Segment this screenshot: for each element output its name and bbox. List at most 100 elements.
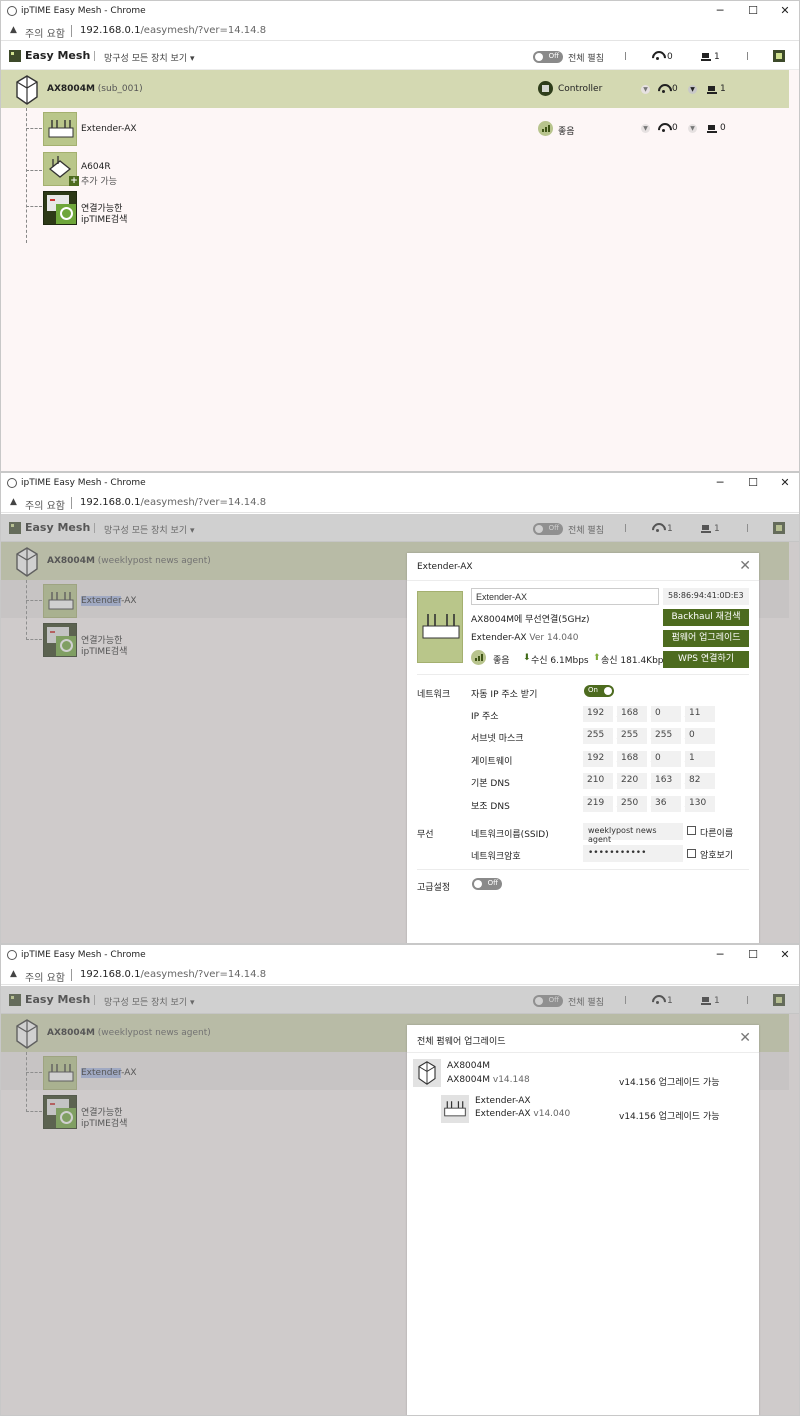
ip-octet[interactable]: 219 bbox=[583, 796, 613, 812]
ip-octet[interactable]: 250 bbox=[617, 796, 647, 812]
address-bar[interactable]: ▲ 주의 요함 192.168.0.1/easymesh/?ver=14.14.… bbox=[1, 966, 799, 985]
show-all-devices-dropdown[interactable]: 망구성 모든 장치 보기 ▾ bbox=[104, 523, 194, 536]
maximize-button[interactable]: ☐ bbox=[746, 4, 760, 18]
ip-octet[interactable]: 82 bbox=[685, 773, 715, 789]
close-icon[interactable]: ✕ bbox=[739, 558, 751, 574]
fw-item-status[interactable]: v14.156 업그레이드 가능 bbox=[619, 1075, 720, 1088]
ip-octet[interactable]: 0 bbox=[685, 728, 715, 744]
ip-octet[interactable]: 255 bbox=[651, 728, 681, 744]
ip-octet[interactable]: 0 bbox=[651, 706, 681, 722]
search-line2[interactable]: ipTIME검색 bbox=[81, 212, 127, 225]
close-window-button[interactable]: ✕ bbox=[778, 948, 792, 962]
close-window-button[interactable]: ✕ bbox=[778, 476, 792, 490]
ip-octet[interactable]: 163 bbox=[651, 773, 681, 789]
maximize-button[interactable]: ☐ bbox=[746, 476, 760, 490]
minimize-button[interactable]: ─ bbox=[713, 476, 727, 490]
minimize-button[interactable]: ─ bbox=[713, 4, 727, 18]
expand-all-toggle[interactable]: Off bbox=[533, 51, 563, 63]
fw-item-status[interactable]: v14.156 업그레이드 가능 bbox=[619, 1109, 720, 1122]
tx-rate: 송신 181.4Kbps bbox=[601, 656, 669, 666]
device-name-input[interactable] bbox=[471, 588, 659, 605]
ip-octet[interactable]: 168 bbox=[617, 706, 647, 722]
fw-item-version: Extender-AX v14.040 bbox=[475, 1109, 571, 1119]
extender-name[interactable]: Extender-AX bbox=[81, 596, 137, 606]
ip-octet[interactable]: 0 bbox=[651, 751, 681, 767]
url-text[interactable]: 192.168.0.1/easymesh/?ver=14.14.8 bbox=[80, 25, 266, 36]
close-window-button[interactable]: ✕ bbox=[778, 4, 792, 18]
ip-octet[interactable]: 255 bbox=[617, 728, 647, 744]
ip-octet[interactable]: 1 bbox=[685, 751, 715, 767]
expand-all-toggle[interactable]: Off bbox=[533, 995, 563, 1007]
warning-icon[interactable]: ▲ bbox=[10, 497, 17, 507]
search-line2[interactable]: ipTIME검색 bbox=[81, 1116, 127, 1129]
router-icon bbox=[413, 1059, 441, 1087]
ip-octet[interactable]: 11 bbox=[685, 706, 715, 722]
extender-tile[interactable] bbox=[43, 1056, 77, 1090]
ip-octet[interactable]: 192 bbox=[583, 706, 613, 722]
root-device-row[interactable]: AX8004M (sub_001) Controller ▼ 0 ▼ 1 bbox=[1, 70, 789, 108]
show-all-devices-dropdown[interactable]: 망구성 모든 장치 보기 ▾ bbox=[104, 51, 194, 64]
close-icon[interactable]: ✕ bbox=[739, 1030, 751, 1046]
warning-icon[interactable]: ▲ bbox=[10, 25, 17, 35]
ip-octet[interactable]: 36 bbox=[651, 796, 681, 812]
ip-octet[interactable]: 210 bbox=[583, 773, 613, 789]
chart-icon[interactable] bbox=[773, 50, 785, 62]
security-note[interactable]: 주의 요함 bbox=[25, 497, 65, 512]
title-bar: ipTIME Easy Mesh - Chrome ─ ☐ ✕ bbox=[1, 1, 799, 22]
password-input[interactable]: ••••••••••• bbox=[583, 845, 683, 862]
extender-name[interactable]: Extender-AX bbox=[81, 1068, 137, 1078]
lan-count: 1 bbox=[714, 52, 720, 62]
url-text[interactable]: 192.168.0.1/easymesh/?ver=14.14.8 bbox=[80, 969, 266, 980]
a604r-tile[interactable]: + bbox=[43, 152, 79, 186]
extender-icon bbox=[48, 120, 74, 138]
extender-tile[interactable] bbox=[43, 112, 77, 146]
advanced-toggle[interactable]: Off bbox=[472, 878, 502, 890]
address-bar[interactable]: ▲ 주의 요함 192.168.0.1/easymesh/?ver=14.14.… bbox=[1, 494, 799, 513]
ip-octet[interactable]: 130 bbox=[685, 796, 715, 812]
chevron-down-icon[interactable]: ▼ bbox=[688, 85, 697, 94]
warning-icon[interactable]: ▲ bbox=[10, 969, 17, 979]
expand-all-toggle[interactable]: Off bbox=[533, 523, 563, 535]
auto-ip-toggle[interactable]: On bbox=[584, 685, 614, 697]
search-device-icon[interactable] bbox=[43, 1095, 77, 1129]
chart-icon[interactable] bbox=[773, 522, 785, 534]
security-note[interactable]: 주의 요함 bbox=[25, 25, 65, 40]
root-device-name: AX8004M (sub_001) bbox=[47, 84, 143, 94]
search-device-icon[interactable] bbox=[43, 623, 77, 657]
ssid-input[interactable]: weeklypost news agent bbox=[583, 823, 683, 844]
mesh-tree: AX8004M (sub_001) Controller ▼ 0 ▼ 1 Ext… bbox=[1, 70, 799, 471]
other-name-checkbox[interactable] bbox=[687, 826, 696, 835]
search-device-icon[interactable] bbox=[43, 191, 77, 225]
divider bbox=[747, 52, 748, 60]
extender-name[interactable]: Extender-AX bbox=[81, 124, 137, 134]
ip-octet[interactable]: 220 bbox=[617, 773, 647, 789]
chevron-down-icon[interactable]: ▼ bbox=[688, 124, 697, 133]
a604r-name[interactable]: A604R bbox=[81, 162, 111, 172]
wifi-count: 0 bbox=[667, 52, 673, 62]
address-bar[interactable]: ▲ 주의 요함 192.168.0.1/easymesh/?ver=14.14.… bbox=[1, 22, 799, 41]
lan-icon bbox=[701, 525, 711, 533]
ip-octet[interactable]: 168 bbox=[617, 751, 647, 767]
url-text[interactable]: 192.168.0.1/easymesh/?ver=14.14.8 bbox=[80, 497, 266, 508]
ip-octet[interactable]: 192 bbox=[583, 751, 613, 767]
security-note[interactable]: 주의 요함 bbox=[25, 969, 65, 984]
other-name-label: 다른이름 bbox=[700, 829, 734, 839]
firmware-upgrade-button[interactable]: 펌웨어 업그레이드 bbox=[663, 630, 749, 647]
chart-icon[interactable] bbox=[773, 994, 785, 1006]
network-section-label: 네트워크 bbox=[417, 690, 451, 700]
tree-line bbox=[26, 1072, 42, 1073]
ip-octet[interactable]: 255 bbox=[583, 728, 613, 744]
extender-tile[interactable] bbox=[43, 584, 77, 618]
expand-all-label: 전체 펼침 bbox=[568, 54, 604, 64]
show-password-checkbox[interactable] bbox=[687, 849, 696, 858]
chevron-down-icon[interactable]: ▼ bbox=[641, 85, 650, 94]
wifi-icon bbox=[652, 51, 664, 61]
show-all-devices-dropdown[interactable]: 망구성 모든 장치 보기 ▾ bbox=[104, 995, 194, 1008]
search-line2[interactable]: ipTIME검색 bbox=[81, 644, 127, 657]
minimize-button[interactable]: ─ bbox=[713, 948, 727, 962]
backhaul-rescan-button[interactable]: Backhaul 재검색 bbox=[663, 609, 749, 626]
wps-connect-button[interactable]: WPS 연결하기 bbox=[663, 651, 749, 668]
maximize-button[interactable]: ☐ bbox=[746, 948, 760, 962]
chevron-down-icon[interactable]: ▼ bbox=[641, 124, 650, 133]
auto-ip-label: 자동 IP 주소 받기 bbox=[471, 690, 538, 700]
